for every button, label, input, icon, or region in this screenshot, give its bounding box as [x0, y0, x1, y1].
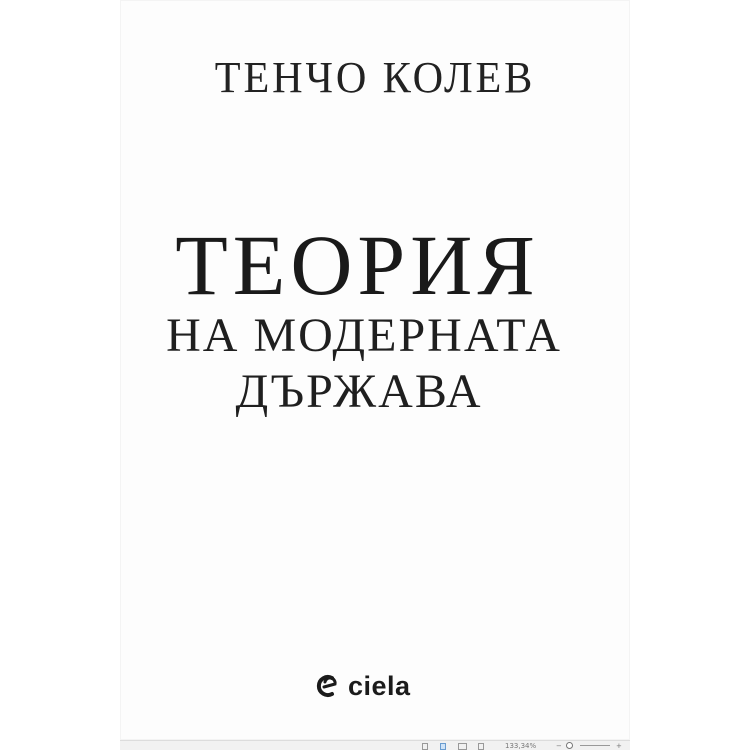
ciela-logo-icon	[316, 675, 337, 697]
zoom-out-icon[interactable]: −	[556, 742, 562, 750]
book-title-line-3: ДЪРЖАВА	[235, 365, 483, 418]
single-page-view-icon[interactable]	[422, 743, 428, 750]
viewer-status-bar: 133,34% − +	[120, 740, 630, 750]
publisher-imprint: ciela	[314, 666, 411, 706]
document-viewer: ТЕНЧО КОЛЕВ ТЕОРИЯ НА МОДЕРНАТА ДЪРЖАВА …	[0, 0, 750, 750]
book-author: ТЕНЧО КОЛЕВ	[214, 53, 536, 102]
two-page-view-icon[interactable]	[458, 743, 467, 750]
zoom-in-icon[interactable]: +	[616, 742, 622, 750]
publisher-name: ciela	[348, 670, 411, 701]
text-view-icon[interactable]	[478, 743, 484, 750]
zoom-slider-knob[interactable]	[566, 742, 573, 749]
book-title-line-2: НА МОДЕРНАТА	[166, 309, 562, 362]
book-title-line-1: ТЕОРИЯ	[175, 217, 540, 313]
continuous-page-view-icon[interactable]	[440, 743, 446, 750]
zoom-level[interactable]: 133,34%	[505, 742, 536, 750]
zoom-slider-track[interactable]	[580, 745, 610, 746]
